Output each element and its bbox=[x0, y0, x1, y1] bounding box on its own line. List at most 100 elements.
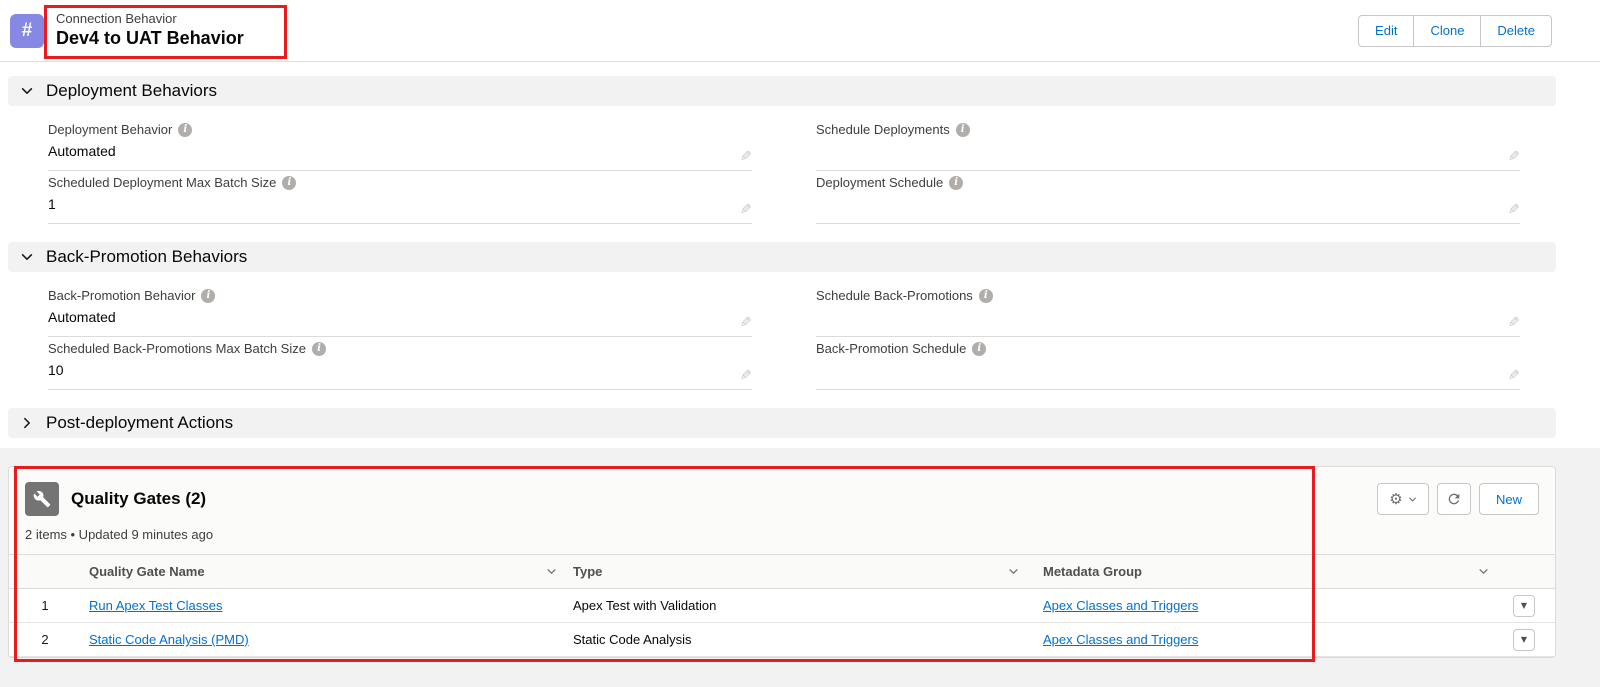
down-triangle-icon: ▼ bbox=[1520, 634, 1528, 644]
info-icon[interactable]: i bbox=[201, 289, 216, 303]
clone-button[interactable]: Clone bbox=[1413, 14, 1482, 47]
edit-pencil-icon[interactable]: ✎ bbox=[1508, 368, 1520, 384]
quality-gate-name-link[interactable]: Run Apex Test Classes bbox=[89, 598, 222, 613]
row-number: 2 bbox=[9, 622, 81, 657]
column-header-type[interactable]: Type bbox=[565, 554, 1027, 589]
row-actions-button[interactable]: ▼ bbox=[1513, 628, 1535, 651]
refresh-button[interactable] bbox=[1436, 483, 1471, 515]
field-back-promotion-behavior: Back-Promotion Behavior i Automated ✎ bbox=[48, 286, 752, 337]
field-label: Scheduled Back-Promotions Max Batch Size… bbox=[48, 341, 722, 357]
field-deployment-schedule: Deployment Schedule i ✎ bbox=[816, 173, 1520, 224]
field-label: Schedule Back-Promotions i bbox=[816, 288, 1490, 304]
chevron-down-icon[interactable] bbox=[1008, 566, 1019, 577]
quality-gate-type-cell: Static Code Analysis bbox=[565, 622, 1027, 657]
edit-pencil-icon[interactable]: ✎ bbox=[740, 149, 752, 165]
delete-button[interactable]: Delete bbox=[1480, 14, 1552, 47]
section-title: Back-Promotion Behaviors bbox=[46, 247, 248, 266]
chevron-down-icon[interactable] bbox=[1478, 566, 1489, 577]
deployment-behaviors-fields: Deployment Behavior i Automated ✎ Schedu… bbox=[0, 106, 1600, 242]
quality-gate-name-link[interactable]: Static Code Analysis (PMD) bbox=[89, 632, 249, 647]
section-back-promotion-behaviors[interactable]: Back-Promotion Behaviors bbox=[8, 242, 1556, 272]
edit-pencil-icon[interactable]: ✎ bbox=[1508, 315, 1520, 331]
field-label-text: Back-Promotion Behavior bbox=[48, 288, 196, 303]
edit-pencil-icon[interactable]: ✎ bbox=[1508, 202, 1520, 218]
back-promotion-behaviors-fields: Back-Promotion Behavior i Automated ✎ Sc… bbox=[0, 272, 1600, 408]
column-header-label: Metadata Group bbox=[1043, 564, 1142, 579]
related-lists-area: Quality Gates (2) ⚙ New 2 items • Update… bbox=[0, 448, 1600, 658]
field-deployment-behavior: Deployment Behavior i Automated ✎ bbox=[48, 120, 752, 171]
connection-behavior-record-icon: # bbox=[10, 13, 44, 48]
field-scheduled-deployment-max-batch-size: Scheduled Deployment Max Batch Size i 1 … bbox=[48, 173, 752, 224]
info-icon[interactable]: i bbox=[972, 342, 987, 356]
column-header-label: Type bbox=[573, 564, 603, 579]
info-icon[interactable]: i bbox=[955, 123, 970, 137]
edit-pencil-icon[interactable]: ✎ bbox=[740, 315, 752, 331]
field-value bbox=[816, 196, 1490, 215]
field-label: Back-Promotion Behavior i bbox=[48, 288, 722, 304]
field-label: Deployment Schedule i bbox=[816, 175, 1490, 191]
column-header-metadata-group[interactable]: Metadata Group bbox=[1027, 554, 1497, 589]
edit-pencil-icon[interactable]: ✎ bbox=[740, 202, 752, 218]
section-post-deployment-actions[interactable]: Post-deployment Actions bbox=[8, 408, 1556, 438]
field-value: Automated bbox=[48, 143, 116, 159]
down-triangle-icon: ▼ bbox=[1520, 600, 1528, 610]
table-row: 1 Run Apex Test Classes Apex Test with V… bbox=[9, 588, 1555, 623]
field-scheduled-back-promotions-max-batch-size: Scheduled Back-Promotions Max Batch Size… bbox=[48, 339, 752, 390]
quality-gates-table: Quality Gate Name Type Metadata Group 1 … bbox=[9, 554, 1555, 657]
field-label-text: Deployment Behavior bbox=[48, 122, 173, 137]
field-label-text: Deployment Schedule bbox=[816, 175, 944, 190]
field-back-promotion-schedule: Back-Promotion Schedule i ✎ bbox=[816, 339, 1520, 390]
record-header: # Connection Behavior Dev4 to UAT Behavi… bbox=[0, 0, 1600, 62]
edit-pencil-icon[interactable]: ✎ bbox=[1508, 149, 1520, 165]
column-header-quality-gate-name[interactable]: Quality Gate Name bbox=[81, 554, 565, 589]
chevron-down-icon bbox=[21, 88, 33, 94]
related-list-header: Quality Gates (2) ⚙ New 2 items • Update… bbox=[9, 467, 1555, 554]
list-settings-button[interactable]: ⚙ bbox=[1376, 483, 1429, 515]
field-label-text: Schedule Deployments bbox=[816, 122, 950, 137]
info-icon[interactable]: i bbox=[178, 123, 193, 137]
quality-gate-type-cell: Apex Test with Validation bbox=[565, 588, 1027, 623]
info-icon[interactable]: i bbox=[978, 289, 993, 303]
quality-gates-card: Quality Gates (2) ⚙ New 2 items • Update… bbox=[8, 466, 1556, 658]
row-number: 1 bbox=[9, 588, 81, 623]
chevron-right-icon bbox=[24, 417, 30, 429]
section-deployment-behaviors[interactable]: Deployment Behaviors bbox=[8, 76, 1556, 106]
table-header-row: Quality Gate Name Type Metadata Group bbox=[9, 554, 1555, 589]
section-title: Post-deployment Actions bbox=[46, 413, 234, 432]
metadata-group-link[interactable]: Apex Classes and Triggers bbox=[1043, 598, 1198, 613]
section-title: Deployment Behaviors bbox=[46, 81, 218, 100]
related-list-actions: ⚙ New bbox=[1376, 483, 1539, 515]
field-label: Deployment Behavior i bbox=[48, 122, 722, 138]
info-icon[interactable]: i bbox=[311, 342, 326, 356]
new-button[interactable]: New bbox=[1478, 483, 1539, 515]
field-label-text: Schedule Back-Promotions bbox=[816, 288, 973, 303]
field-label-text: Scheduled Back-Promotions Max Batch Size bbox=[48, 341, 306, 356]
edit-button[interactable]: Edit bbox=[1358, 14, 1415, 47]
page: # Connection Behavior Dev4 to UAT Behavi… bbox=[0, 0, 1600, 687]
field-value bbox=[816, 143, 1490, 162]
record-title: Dev4 to UAT Behavior bbox=[56, 27, 244, 48]
related-list-meta: 2 items • Updated 9 minutes ago bbox=[25, 527, 214, 542]
field-value bbox=[816, 309, 1490, 328]
table-row: 2 Static Code Analysis (PMD) Static Code… bbox=[9, 622, 1555, 657]
record-action-buttons: Edit Clone Delete bbox=[1358, 14, 1552, 47]
field-value: 1 bbox=[48, 196, 56, 212]
row-actions-button[interactable]: ▼ bbox=[1513, 594, 1535, 617]
field-value bbox=[816, 362, 1490, 381]
info-icon[interactable]: i bbox=[949, 176, 964, 190]
chevron-down-icon bbox=[21, 254, 33, 260]
record-detail: Deployment Behaviors Deployment Behavior… bbox=[0, 62, 1600, 448]
chevron-down-icon[interactable] bbox=[546, 566, 557, 577]
field-label: Scheduled Deployment Max Batch Size i bbox=[48, 175, 722, 191]
field-value: 10 bbox=[48, 362, 64, 378]
chevron-down-icon bbox=[1408, 497, 1416, 501]
metadata-group-link[interactable]: Apex Classes and Triggers bbox=[1043, 632, 1198, 647]
record-title-block: Connection Behavior Dev4 to UAT Behavior bbox=[56, 10, 244, 50]
object-label: Connection Behavior bbox=[56, 10, 177, 26]
field-label: Back-Promotion Schedule i bbox=[816, 341, 1490, 357]
quality-gates-object-icon bbox=[25, 482, 59, 516]
field-value: Automated bbox=[48, 309, 116, 325]
info-icon[interactable]: i bbox=[282, 176, 297, 190]
edit-pencil-icon[interactable]: ✎ bbox=[740, 368, 752, 384]
column-header-label: Quality Gate Name bbox=[89, 564, 205, 579]
